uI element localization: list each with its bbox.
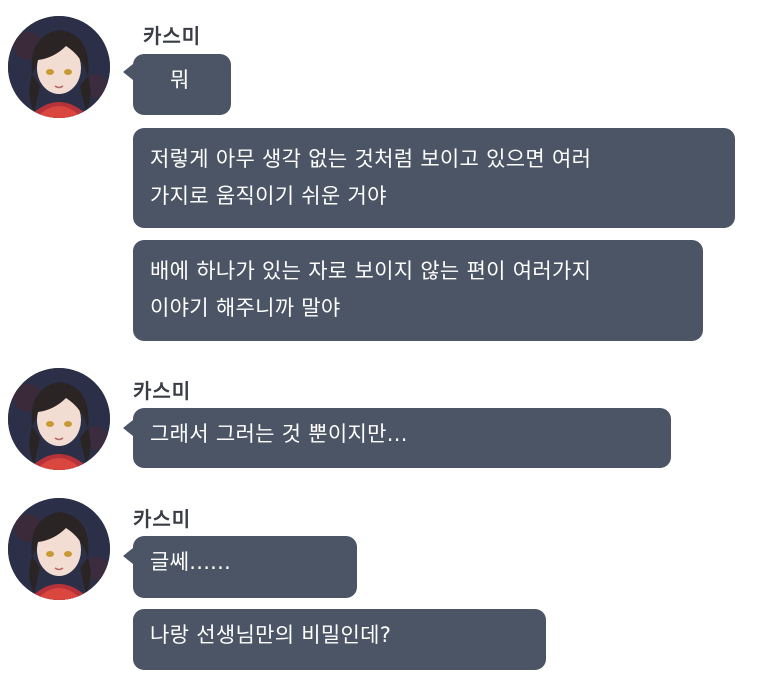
avatar[interactable] [8,498,110,600]
chat-log: 카스미 뭐 저렇게 아무 생각 없는 것처럼 보이고 있으면 여러 가지로 움직… [0,0,781,693]
avatar[interactable] [8,368,110,470]
message-bubble[interactable]: 글쎄...... [133,536,357,598]
message-text: 글쎄...... [150,550,232,574]
bubble-tail [123,548,133,564]
sender-name: 카스미 [133,379,192,403]
bubble-tail [123,64,133,80]
sender-name: 카스미 [133,507,192,531]
message-text: 배에 하나가 있는 자로 보이지 않는 편이 여러가지 이야기 해주니까 말야 [150,259,592,320]
message-bubble[interactable]: 그래서 그러는 것 뿐이지만... [133,408,671,468]
message-text: 그래서 그러는 것 뿐이지만... [150,422,408,446]
sender-name: 카스미 [143,24,202,48]
message-text: 저렇게 아무 생각 없는 것처럼 보이고 있으면 여러 가지로 움직이기 쉬운 … [150,147,592,208]
avatar[interactable] [8,16,110,118]
message-bubble[interactable]: 나랑 선생님만의 비밀인데? [133,609,546,670]
message-bubble[interactable]: 배에 하나가 있는 자로 보이지 않는 편이 여러가지 이야기 해주니까 말야 [133,240,703,341]
message-bubble[interactable]: 뭐 [133,54,231,115]
kasumi-avatar-icon [8,16,110,118]
message-bubble[interactable]: 저렇게 아무 생각 없는 것처럼 보이고 있으면 여러 가지로 움직이기 쉬운 … [133,128,735,228]
kasumi-avatar-icon [8,368,110,470]
bubble-tail [123,420,133,436]
message-text: 나랑 선생님만의 비밀인데? [150,623,392,647]
kasumi-avatar-icon [8,498,110,600]
message-text: 뭐 [170,68,190,92]
